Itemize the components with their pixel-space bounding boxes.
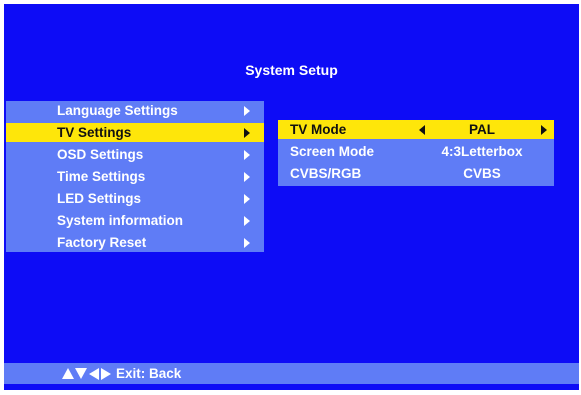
menu-item-label: OSD Settings: [57, 147, 144, 162]
tv-screen: System Setup Language Settings TV Settin…: [4, 4, 579, 390]
menu-item-language-settings[interactable]: Language Settings: [6, 101, 264, 120]
right-arrow-icon: [101, 368, 111, 380]
exit-hint: Exit: Back: [116, 366, 182, 381]
setting-value: 4:3Letterbox: [441, 144, 523, 159]
setting-screen-mode[interactable]: Screen Mode 4:3Letterbox: [278, 142, 554, 161]
chevron-right-icon: [244, 150, 250, 160]
setting-cvbs-rgb[interactable]: CVBS/RGB CVBS: [278, 164, 554, 183]
menu-item-factory-reset[interactable]: Factory Reset: [6, 233, 264, 252]
menu-item-label: Time Settings: [57, 169, 146, 184]
menu-item-tv-settings[interactable]: TV Settings: [6, 123, 264, 142]
setting-value: CVBS: [463, 166, 501, 181]
setting-label: CVBS/RGB: [290, 166, 362, 181]
menu-item-label: Language Settings: [57, 103, 178, 118]
menu-item-label: TV Settings: [57, 125, 132, 140]
menu-item-label: Factory Reset: [57, 235, 147, 250]
settings-menu: Language Settings TV Settings OSD Settin…: [6, 101, 264, 252]
setting-tv-mode[interactable]: TV Mode PAL: [278, 120, 554, 139]
help-bar: Exit: Back: [4, 363, 579, 384]
menu-item-system-information[interactable]: System information: [6, 211, 264, 230]
chevron-right-icon: [244, 194, 250, 204]
chevron-left-icon[interactable]: [419, 125, 425, 135]
menu-item-time-settings[interactable]: Time Settings: [6, 167, 264, 186]
setting-label: TV Mode: [290, 122, 347, 137]
menu-item-label: LED Settings: [57, 191, 142, 206]
setting-value: PAL: [469, 122, 495, 137]
menu-item-led-settings[interactable]: LED Settings: [6, 189, 264, 208]
down-arrow-icon: [75, 368, 87, 379]
chevron-right-icon: [244, 238, 250, 248]
left-arrow-icon: [89, 368, 99, 380]
setting-label: Screen Mode: [290, 144, 375, 159]
chevron-right-icon: [244, 172, 250, 182]
chevron-right-icon: [244, 216, 250, 226]
chevron-right-icon: [244, 106, 250, 116]
chevron-right-icon[interactable]: [541, 125, 547, 135]
tv-settings-panel: TV Mode PAL Screen Mode 4:3Letterbox CVB…: [278, 120, 554, 186]
up-arrow-icon: [62, 368, 74, 379]
menu-item-osd-settings[interactable]: OSD Settings: [6, 145, 264, 164]
page-title: System Setup: [245, 62, 338, 78]
chevron-right-icon: [244, 128, 250, 138]
menu-item-label: System information: [57, 213, 184, 228]
